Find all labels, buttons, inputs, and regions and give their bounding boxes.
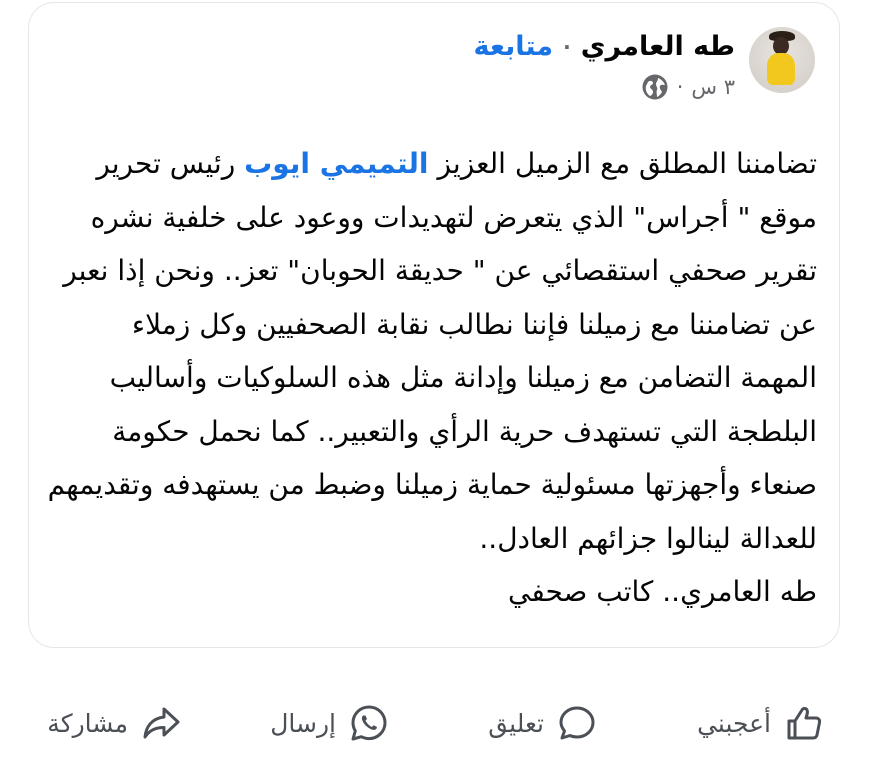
post-text-start: تضامننا المطلق مع الزميل العزيز	[428, 147, 817, 180]
post-card: طه العامري · متابعة ٣ س · تضامننا المطلق…	[28, 2, 840, 648]
time-separator: ·	[676, 75, 684, 99]
like-label: أعجبني	[697, 708, 771, 738]
share-arrow-icon	[143, 707, 180, 739]
separator-dot: ·	[563, 35, 571, 59]
post-text: تضامننا المطلق مع الزميل العزيز التميمي …	[47, 137, 817, 565]
post-info-row: ٣ س ·	[474, 73, 735, 101]
whatsapp-icon	[351, 705, 387, 741]
author-name[interactable]: طه العامري	[581, 27, 735, 67]
comment-button[interactable]: تعليق	[488, 702, 598, 744]
author-row: طه العامري · متابعة	[474, 27, 736, 67]
action-bar: أعجبني تعليق إرسال مشاركة	[0, 690, 870, 759]
comment-label: تعليق	[488, 708, 544, 738]
share-button[interactable]: مشاركة	[47, 702, 182, 744]
post-meta: طه العامري · متابعة ٣ س ·	[474, 27, 736, 101]
mention-link[interactable]: التميمي ايوب	[244, 147, 428, 180]
thumbs-up-icon	[787, 707, 822, 740]
like-button[interactable]: أعجبني	[697, 702, 825, 744]
globe-icon[interactable]	[641, 73, 669, 101]
follow-button[interactable]: متابعة	[474, 27, 554, 67]
facebook-post-screen: طه العامري · متابعة ٣ س · تضامننا المطلق…	[0, 0, 870, 759]
avatar[interactable]	[749, 27, 815, 93]
post-signature: طه العامري.. كاتب صحفي	[507, 575, 817, 608]
post-time[interactable]: ٣ س	[691, 75, 735, 99]
avatar-figure-dress	[767, 53, 795, 85]
post-header: طه العامري · متابعة ٣ س ·	[474, 27, 815, 101]
share-label: مشاركة	[47, 708, 128, 738]
comment-bubble-icon	[559, 706, 595, 740]
post-text-rest: موقع " أجراس" الذي يتعرض لتهديدات ووعود …	[47, 200, 817, 555]
post-body: تضامننا المطلق مع الزميل العزيز التميمي …	[47, 137, 817, 619]
send-button[interactable]: إرسال	[270, 702, 390, 744]
send-label: إرسال	[270, 708, 336, 738]
post-text-continuation: رئيس تحرير	[96, 147, 245, 180]
